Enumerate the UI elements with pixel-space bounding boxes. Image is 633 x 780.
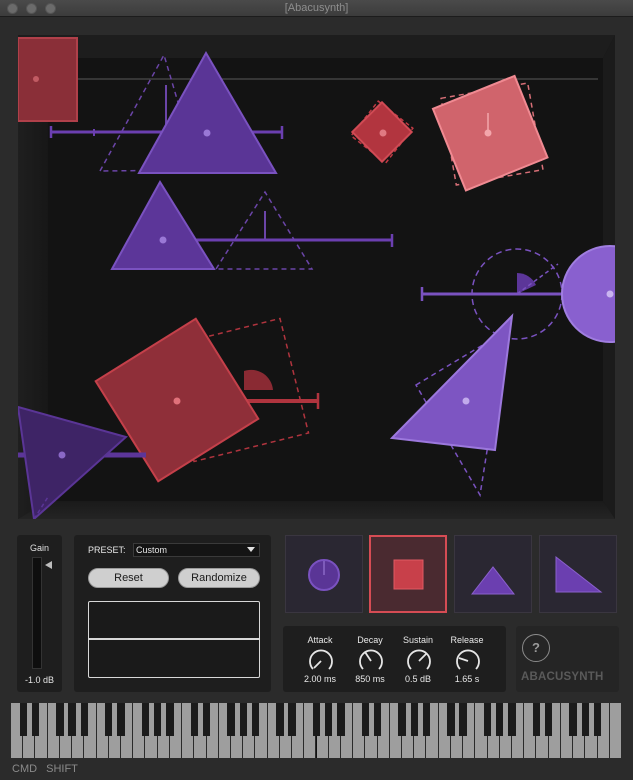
shape-right-triangle-button[interactable] xyxy=(539,535,617,613)
shape-square-button[interactable] xyxy=(369,535,447,613)
title-bar: [Abacusynth] xyxy=(0,0,633,17)
abacusynth-window: [Abacusynth] Gain -1.0 dB PRESET: Custom… xyxy=(0,0,633,780)
release-value: 1.65 s xyxy=(454,674,480,684)
abacus-canvas[interactable] xyxy=(18,35,615,519)
abacusynth-logo: ABACUSYNTH xyxy=(521,671,604,683)
piano-black-key[interactable] xyxy=(117,703,125,736)
sustain-label: Sustain xyxy=(402,635,434,645)
decay-control: Decay 850 ms xyxy=(345,626,395,692)
bead-square-row-1[interactable] xyxy=(18,37,78,122)
envelope-panel: Attack 2.00 ms Decay 850 ms Sustain 0.5 … xyxy=(283,626,506,692)
piano-black-key[interactable] xyxy=(68,703,76,736)
triangle-icon xyxy=(470,566,516,595)
square-icon xyxy=(393,559,424,590)
preset-label: PRESET: xyxy=(88,545,126,555)
decay-label: Decay xyxy=(357,635,383,645)
piano-black-key[interactable] xyxy=(325,703,333,736)
piano-black-key[interactable] xyxy=(545,703,553,736)
piano-black-key[interactable] xyxy=(496,703,504,736)
piano-black-key[interactable] xyxy=(312,703,321,736)
decay-knob[interactable] xyxy=(358,648,384,674)
attack-knob[interactable] xyxy=(308,648,334,674)
piano-black-key[interactable] xyxy=(276,703,284,736)
piano-black-key[interactable] xyxy=(410,703,418,736)
decay-value: 850 ms xyxy=(355,674,385,684)
help-button[interactable]: ? xyxy=(522,634,550,662)
piano-black-key[interactable] xyxy=(141,703,150,736)
piano-black-key[interactable] xyxy=(288,703,296,736)
sustain-value: 0.5 dB xyxy=(404,674,432,684)
piano-black-key[interactable] xyxy=(422,703,431,736)
shift-modifier[interactable]: SHIFT xyxy=(46,763,78,775)
gain-panel: Gain -1.0 dB xyxy=(17,535,62,692)
attack-label: Attack xyxy=(307,635,333,645)
reset-button[interactable]: Reset xyxy=(88,568,169,588)
top-wall xyxy=(18,35,615,58)
release-control: Release 1.65 s xyxy=(442,626,492,692)
modifier-keys: CMD SHIFT xyxy=(12,763,84,775)
piano-black-key[interactable] xyxy=(508,703,516,736)
preset-dropdown[interactable]: Custom xyxy=(133,543,260,557)
piano-black-key[interactable] xyxy=(202,703,211,736)
piano-black-key[interactable] xyxy=(56,703,64,736)
piano-black-key[interactable] xyxy=(190,703,198,736)
gain-slider-thumb[interactable] xyxy=(45,560,52,569)
help-panel: ? ABACUSYNTH xyxy=(516,626,619,692)
gain-slider[interactable] xyxy=(32,557,42,669)
attack-control: Attack 2.00 ms xyxy=(295,626,345,692)
floor xyxy=(18,501,615,519)
gain-label: Gain xyxy=(29,543,49,553)
preset-panel: PRESET: Custom Reset Randomize xyxy=(74,535,271,692)
piano-black-key[interactable] xyxy=(31,703,40,736)
piano-black-key[interactable] xyxy=(239,703,247,736)
piano-black-key[interactable] xyxy=(373,703,382,736)
piano-white-key[interactable] xyxy=(609,703,622,758)
sustain-control: Sustain 0.5 dB xyxy=(393,626,443,692)
piano-black-key[interactable] xyxy=(483,703,492,736)
piano-black-key[interactable] xyxy=(227,703,235,736)
piano-black-key[interactable] xyxy=(251,703,260,736)
sustain-knob[interactable] xyxy=(406,648,432,674)
piano-black-key[interactable] xyxy=(80,703,88,736)
circle-icon xyxy=(308,559,340,591)
piano-black-key[interactable] xyxy=(19,703,27,736)
right-triangle-icon xyxy=(555,555,603,593)
shape-circle-button[interactable] xyxy=(285,535,363,613)
release-knob[interactable] xyxy=(455,648,481,674)
abacus-stage[interactable] xyxy=(18,35,615,519)
preset-selected-value: Custom xyxy=(136,545,168,555)
attack-value: 2.00 ms xyxy=(303,674,336,684)
piano-black-key[interactable] xyxy=(337,703,345,736)
chevron-down-icon xyxy=(247,547,255,552)
window-title: [Abacusynth] xyxy=(284,2,349,14)
piano-black-key[interactable] xyxy=(593,703,602,736)
preset-slots[interactable] xyxy=(88,601,260,678)
shape-triangle-button[interactable] xyxy=(454,535,532,613)
piano-black-key[interactable] xyxy=(459,703,467,736)
piano-black-key[interactable] xyxy=(532,703,541,736)
piano-black-key[interactable] xyxy=(447,703,455,736)
randomize-button[interactable]: Randomize xyxy=(178,568,260,588)
piano-black-key[interactable] xyxy=(105,703,113,736)
cmd-modifier[interactable]: CMD xyxy=(12,763,37,775)
release-label: Release xyxy=(450,635,484,645)
piano-black-key[interactable] xyxy=(398,703,406,736)
piano-keyboard[interactable] xyxy=(11,703,622,758)
piano-black-key[interactable] xyxy=(361,703,370,736)
piano-black-key[interactable] xyxy=(569,703,577,736)
piano-black-key[interactable] xyxy=(166,703,174,736)
preset-slot-divider xyxy=(89,638,259,640)
gain-value: -1.0 dB xyxy=(24,675,55,685)
piano-black-key[interactable] xyxy=(153,703,162,736)
piano-black-key[interactable] xyxy=(581,703,589,736)
